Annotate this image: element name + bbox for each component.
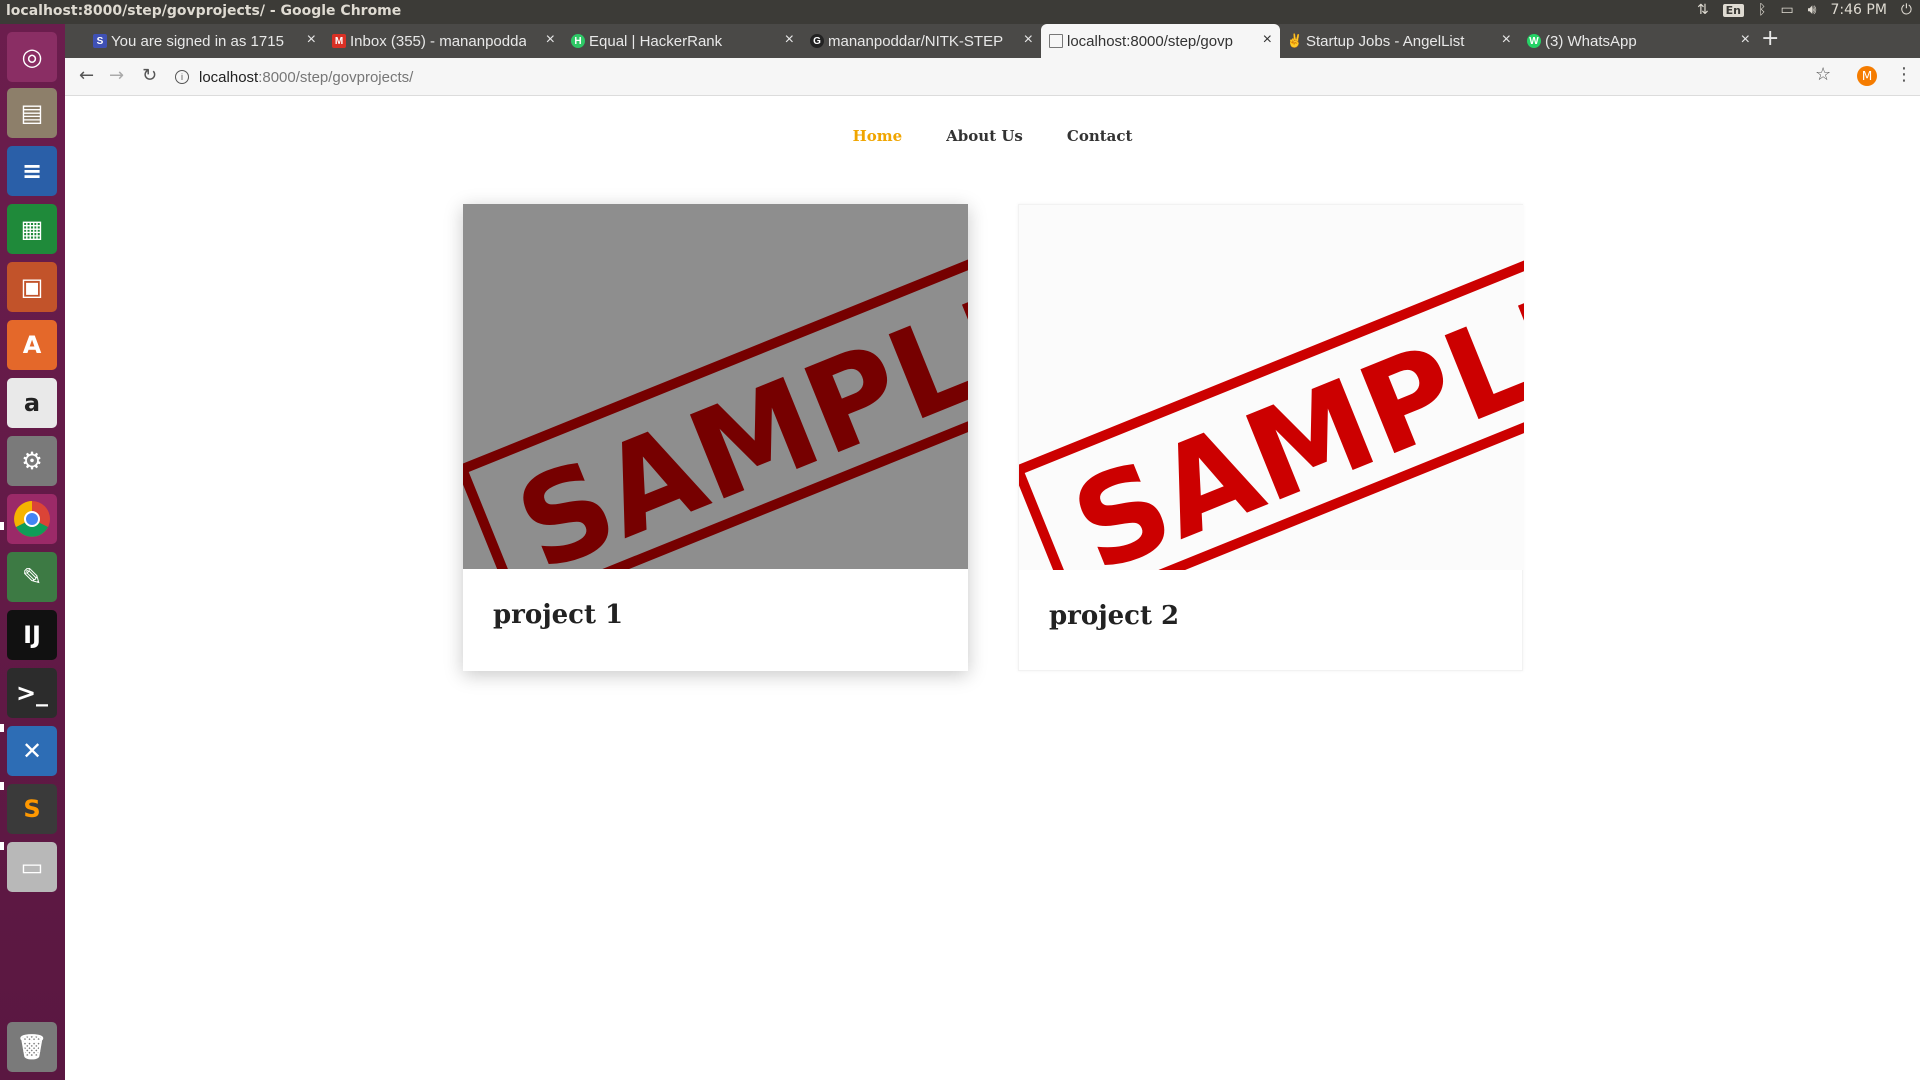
tab-hackerrank[interactable]: H Equal | HackerRank × xyxy=(563,24,802,58)
tab-label: localhost:8000/step/govp xyxy=(1067,32,1233,50)
clock[interactable]: 7:46 PM xyxy=(1831,2,1887,18)
tab-github[interactable]: G mananpoddar/NITK-STEP × xyxy=(802,24,1041,58)
url-host: localhost xyxy=(199,68,259,86)
nav-about-us[interactable]: About Us xyxy=(946,127,1023,145)
power-icon[interactable]: ⏻ xyxy=(1901,2,1912,18)
back-icon[interactable]: ← xyxy=(79,65,94,86)
tab-label: Equal | HackerRank xyxy=(589,32,723,50)
close-icon[interactable]: × xyxy=(1741,31,1750,49)
hackerrank-icon: H xyxy=(571,34,585,48)
close-icon[interactable]: × xyxy=(785,31,794,49)
angellist-icon: ✌ xyxy=(1286,33,1304,48)
address-bar[interactable]: i localhost:8000/step/govprojects/ xyxy=(175,62,1815,92)
reload-icon[interactable]: ↻ xyxy=(142,65,157,86)
running-indicator xyxy=(0,782,4,790)
browser-toolbar: ← → ↻ i localhost:8000/step/govprojects/… xyxy=(65,58,1920,96)
github-icon: G xyxy=(810,34,824,48)
launcher: ◎ ▤ ≡ ▦ ▣ A a ⚙ ✎ IJ >_ ✕ S ▭ 🗑︎ xyxy=(0,24,65,1080)
project-thumbnail[interactable]: SAMPLE xyxy=(1019,205,1524,570)
forward-icon[interactable]: → xyxy=(109,65,124,86)
whatsapp-icon: W xyxy=(1527,34,1541,48)
files-icon[interactable]: ▤ xyxy=(7,88,57,138)
trash-icon[interactable]: 🗑︎ xyxy=(7,1022,57,1072)
new-tab-button[interactable]: + xyxy=(1761,26,1779,51)
chrome-icon[interactable] xyxy=(7,494,57,544)
android-studio-icon[interactable]: ✎ xyxy=(7,552,57,602)
close-icon[interactable]: × xyxy=(1502,31,1511,49)
vscode-icon[interactable]: ✕ xyxy=(7,726,57,776)
profile-avatar[interactable]: M xyxy=(1857,66,1877,86)
impress-icon[interactable]: ▣ xyxy=(7,262,57,312)
software-center-icon[interactable]: A xyxy=(7,320,57,370)
tab-label: Startup Jobs - AngelList xyxy=(1306,32,1465,50)
window-title: localhost:8000/step/govprojects/ - Googl… xyxy=(6,3,402,19)
settings-icon[interactable]: ⚙ xyxy=(7,436,57,486)
nav-home[interactable]: Home xyxy=(853,127,903,145)
running-indicator xyxy=(0,724,4,732)
battery-icon[interactable]: ▭ xyxy=(1780,2,1793,18)
close-icon[interactable]: × xyxy=(1263,31,1272,49)
tab-label: (3) WhatsApp xyxy=(1545,32,1637,50)
more-menu-icon[interactable]: ⋮ xyxy=(1895,64,1913,85)
ubuntu-dash-icon[interactable]: ◎ xyxy=(7,32,57,82)
tab-strip: S You are signed in as 1715 × M Inbox (3… xyxy=(65,24,1920,58)
sublime-text-icon[interactable]: S xyxy=(7,784,57,834)
nav-contact[interactable]: Contact xyxy=(1067,127,1133,145)
tab-label: Inbox (355) - mananpoddar xyxy=(350,32,526,50)
project-thumbnail[interactable]: SAMPLE xyxy=(463,204,968,569)
page-icon xyxy=(1049,34,1063,48)
running-indicator xyxy=(0,842,4,850)
web-page: Home About Us Contact SAMPLE project 1 S… xyxy=(65,97,1920,1080)
keyboard-layout-indicator[interactable]: En xyxy=(1722,3,1745,17)
site-nav: Home About Us Contact xyxy=(65,127,1920,145)
tab-label: mananpoddar/NITK-STEP xyxy=(828,32,1004,50)
tab-favicon-icon: S xyxy=(93,34,107,48)
tab-whatsapp[interactable]: W (3) WhatsApp × xyxy=(1519,24,1758,58)
writer-icon[interactable]: ≡ xyxy=(7,146,57,196)
info-icon[interactable]: i xyxy=(175,70,189,84)
calc-icon[interactable]: ▦ xyxy=(7,204,57,254)
tab-angellist[interactable]: ✌ Startup Jobs - AngelList × xyxy=(1280,24,1519,58)
project-title[interactable]: project 2 xyxy=(1049,601,1179,631)
project-card[interactable]: SAMPLE project 1 xyxy=(463,204,968,671)
intellij-icon[interactable]: IJ xyxy=(7,610,57,660)
system-top-bar: localhost:8000/step/govprojects/ - Googl… xyxy=(0,0,1920,24)
tab-label: You are signed in as 1715 xyxy=(111,32,284,50)
tab-signed-in[interactable]: S You are signed in as 1715 × xyxy=(85,24,324,58)
close-icon[interactable]: × xyxy=(1024,31,1033,49)
amazon-icon[interactable]: a xyxy=(7,378,57,428)
hover-overlay xyxy=(463,204,968,569)
system-tray: ⇅ En ᛒ ▭ 🔊︎ 7:46 PM ⏻ xyxy=(1697,2,1912,18)
project-title[interactable]: project 1 xyxy=(493,600,623,630)
tab-localhost[interactable]: localhost:8000/step/govp × xyxy=(1041,24,1280,58)
gmail-icon: M xyxy=(332,34,346,48)
terminal-icon[interactable]: >_ xyxy=(7,668,57,718)
drive-icon[interactable]: ▭ xyxy=(7,842,57,892)
running-indicator xyxy=(0,522,4,530)
project-card[interactable]: SAMPLE project 2 xyxy=(1018,204,1524,671)
bookmark-star-icon[interactable]: ☆ xyxy=(1815,64,1831,85)
bluetooth-icon[interactable]: ᛒ xyxy=(1758,2,1766,18)
tab-inbox[interactable]: M Inbox (355) - mananpoddar × xyxy=(324,24,563,58)
close-icon[interactable]: × xyxy=(307,31,316,49)
network-icon[interactable]: ⇅ xyxy=(1697,2,1709,18)
close-icon[interactable]: × xyxy=(546,31,555,49)
url-path: :8000/step/govprojects/ xyxy=(258,68,414,86)
volume-icon[interactable]: 🔊︎ xyxy=(1808,2,1817,18)
